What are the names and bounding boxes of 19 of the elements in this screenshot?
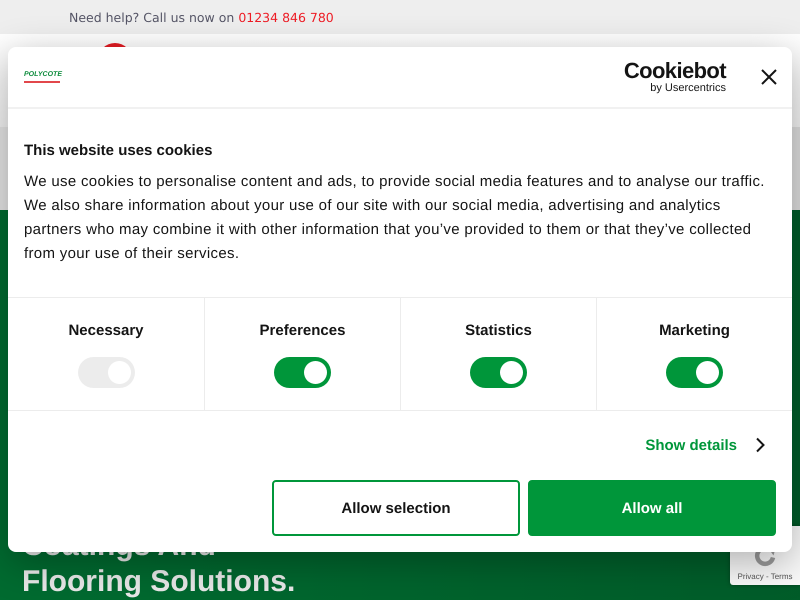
chevron-icon: [755, 437, 765, 453]
category-label: Preferences: [260, 322, 346, 340]
brand-name: Cookiebot: [624, 60, 726, 82]
allow-all-button[interactable]: Allow all: [528, 480, 776, 536]
category-label: Marketing: [659, 322, 730, 340]
phone-link[interactable]: 01234 846 780: [238, 10, 334, 25]
allow-selection-button[interactable]: Allow selection: [272, 480, 520, 536]
toggle-switch[interactable]: [470, 357, 527, 388]
toggle-switch[interactable]: [274, 357, 331, 388]
brand-byline: by Usercentrics: [650, 82, 726, 94]
toggle-switch[interactable]: [666, 357, 723, 388]
show-details-link[interactable]: Show details: [645, 433, 765, 457]
dialog-description: We use cookies to personalise content and ads, to provide social media features and to analyse our traffic. We also share information about your use of our site with our social media, advertising and analytics partners who may combine it with other information that you’ve provided to them or that they’ve collected from your use of their services.: [24, 172, 766, 264]
privacy-terms-links[interactable]: Privacy - Terms: [738, 572, 792, 581]
close-icon: [761, 69, 777, 85]
dialog-title: This website uses cookies: [24, 141, 214, 161]
category-label: Statistics: [465, 322, 532, 340]
category-label: Necessary: [68, 322, 144, 340]
help-text: Need help? Call us now on: [69, 10, 234, 25]
